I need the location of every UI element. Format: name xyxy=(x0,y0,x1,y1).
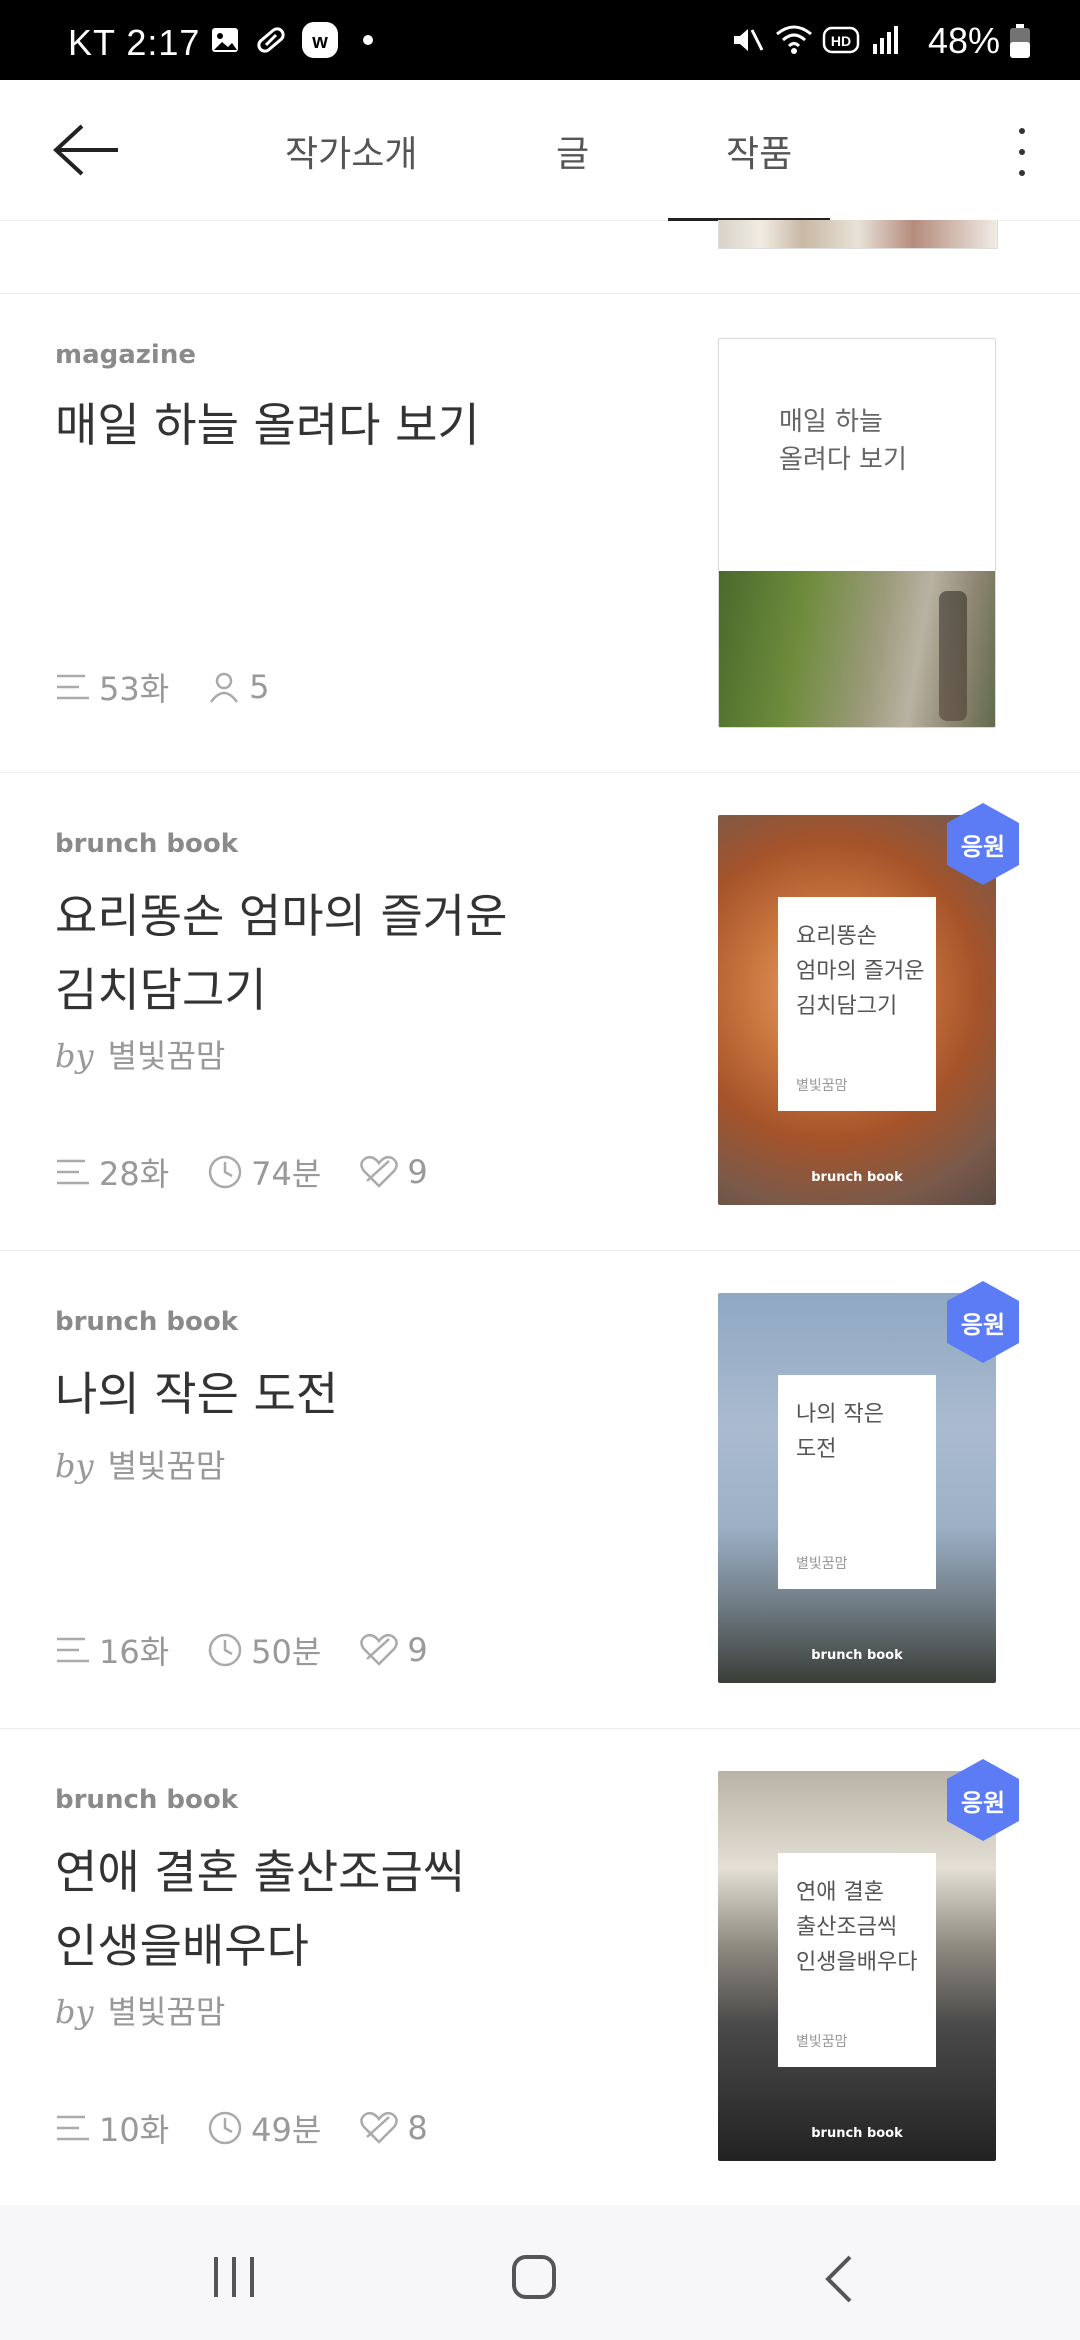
cover-title: 매일 하늘 올려다 보기 xyxy=(779,407,907,475)
person-icon xyxy=(210,672,239,703)
list-icon xyxy=(57,674,89,700)
list-item[interactable]: brunch book 나의 작은 도전 by 별빛꿈맘 16화 50분 9 나의… xyxy=(0,1251,1080,1729)
svg-text:w: w xyxy=(311,31,328,53)
tab-posts[interactable]: 글 xyxy=(556,125,589,177)
pill-icon xyxy=(257,27,285,53)
nav-back-icon[interactable] xyxy=(820,2253,860,2305)
author-name: 별빛꿈맘 xyxy=(107,1447,226,1485)
svg-text:HD: HD xyxy=(831,33,851,49)
item-byline: by 별빛꿈맘 xyxy=(55,1987,225,2033)
cover-photo xyxy=(719,571,995,727)
tab-works[interactable]: 작품 xyxy=(726,125,792,177)
item-kind: brunch book xyxy=(55,1785,239,1815)
item-title: 나의 작은 도전 xyxy=(55,1367,339,1421)
cover-brand: brunch book xyxy=(811,2126,903,2141)
cover-brand: brunch book xyxy=(811,1648,903,1663)
notification-dot-icon xyxy=(363,35,373,45)
more-vertical-icon[interactable] xyxy=(1010,122,1034,182)
cover-label: 연애 결혼 출산조금씩 인생을배우다 별빛꿈맘 xyxy=(778,1853,936,2067)
item-kind: brunch book xyxy=(55,829,239,859)
item-title: 연애 결혼 출산조금씩 인생을배우다 xyxy=(55,1845,466,1973)
vibrate-icon xyxy=(734,29,764,51)
cover-label: 요리똥손 엄마의 즐거운 김치담그기 별빛꿈맘 xyxy=(778,897,936,1111)
tab-author-intro[interactable]: 작가소개 xyxy=(285,125,417,177)
item-kind: brunch book xyxy=(55,1307,239,1337)
episode-count: 10화 xyxy=(99,2111,170,2149)
item-meta: 10화 49분 8 xyxy=(55,2105,466,2151)
reading-time: 50분 xyxy=(251,1633,322,1671)
cheer-badge-label: 응원 xyxy=(960,1310,1006,1339)
cheer-badge: 응원 xyxy=(943,801,1023,887)
heart-icon xyxy=(360,1155,399,1188)
list-icon xyxy=(57,1637,89,1663)
like-count: 9 xyxy=(407,1153,428,1191)
hd-icon: HD xyxy=(822,26,860,54)
item-byline: by 별빛꿈맘 xyxy=(55,1031,225,1077)
reading-time: 74분 xyxy=(251,1155,322,1193)
back-arrow-icon[interactable] xyxy=(52,120,122,180)
cheer-badge: 응원 xyxy=(943,1757,1023,1843)
clock-icon xyxy=(208,1633,242,1667)
item-meta: 53화 5 xyxy=(55,664,308,710)
by-label: by xyxy=(55,1993,94,2031)
magazine-cover[interactable]: 매일 하늘 올려다 보기 xyxy=(718,338,996,728)
item-byline: by 별빛꿈맘 xyxy=(55,1441,225,1487)
like-count: 8 xyxy=(407,2109,428,2147)
cheer-badge-label: 응원 xyxy=(960,832,1006,861)
episode-count: 53화 xyxy=(99,670,170,708)
by-label: by xyxy=(55,1037,94,1075)
heart-icon xyxy=(360,1633,399,1666)
cover-title: 요리똥손 엄마의 즐거운 김치담그기 xyxy=(796,924,925,1019)
w-app-icon: w xyxy=(302,22,338,58)
cover-label: 나의 작은 도전 별빛꿈맘 xyxy=(778,1375,936,1589)
wifi-icon xyxy=(776,25,812,54)
item-kind: magazine xyxy=(55,340,196,370)
clock-icon xyxy=(208,1155,242,1189)
heart-icon xyxy=(360,2111,399,2144)
battery-text: 48% xyxy=(927,20,1000,61)
cover-brand: brunch book xyxy=(811,1170,903,1185)
cover-author: 별빛꿈맘 xyxy=(796,2034,848,2050)
system-nav-bar xyxy=(0,2205,1080,2340)
item-title: 요리똥손 엄마의 즐거운 김치담그기 xyxy=(55,889,508,1017)
list-icon xyxy=(57,2115,89,2141)
reading-time: 49분 xyxy=(251,2111,322,2149)
author-name: 별빛꿈맘 xyxy=(107,1993,226,2031)
cover-author: 별빛꿈맘 xyxy=(796,1556,848,1572)
clock-icon xyxy=(208,2111,242,2145)
previous-item-cover[interactable] xyxy=(718,220,998,249)
battery-icon xyxy=(1010,24,1030,58)
cover-author: 별빛꿈맘 xyxy=(796,1078,848,1094)
like-count: 9 xyxy=(407,1631,428,1669)
cheer-badge-label: 응원 xyxy=(960,1788,1006,1817)
subscriber-count: 5 xyxy=(249,668,270,706)
item-meta: 28화 74분 9 xyxy=(55,1149,466,1195)
cover-title: 연애 결혼 출산조금씩 인생을배우다 xyxy=(796,1880,918,1975)
list-item[interactable]: magazine 매일 하늘 올려다 보기 53화 5 매일 하늘 올려다 보기 xyxy=(0,294,1080,772)
list-icon xyxy=(57,1159,89,1185)
signal-icon xyxy=(873,26,898,54)
status-time: KT 2:17 xyxy=(68,22,201,63)
cover-title: 나의 작은 도전 xyxy=(796,1402,884,1462)
status-bar: KT 2:17 w HD 48% xyxy=(0,0,1080,80)
home-icon[interactable] xyxy=(510,2253,558,2301)
list-item[interactable]: brunch book 요리똥손 엄마의 즐거운 김치담그기 by 별빛꿈맘 28… xyxy=(0,773,1080,1251)
by-label: by xyxy=(55,1447,94,1485)
cheer-badge: 응원 xyxy=(943,1279,1023,1365)
episode-count: 28화 xyxy=(99,1155,170,1193)
top-app-bar: 작가소개 글 작품 xyxy=(0,80,1080,221)
list-item[interactable]: brunch book 연애 결혼 출산조금씩 인생을배우다 by 별빛꿈맘 10… xyxy=(0,1729,1080,2205)
episode-count: 16화 xyxy=(99,1633,170,1671)
gallery-icon xyxy=(212,28,238,52)
item-meta: 16화 50분 9 xyxy=(55,1627,466,1673)
author-name: 별빛꿈맘 xyxy=(107,1037,226,1075)
recents-icon[interactable] xyxy=(210,2253,258,2301)
item-title: 매일 하늘 올려다 보기 xyxy=(55,398,480,452)
